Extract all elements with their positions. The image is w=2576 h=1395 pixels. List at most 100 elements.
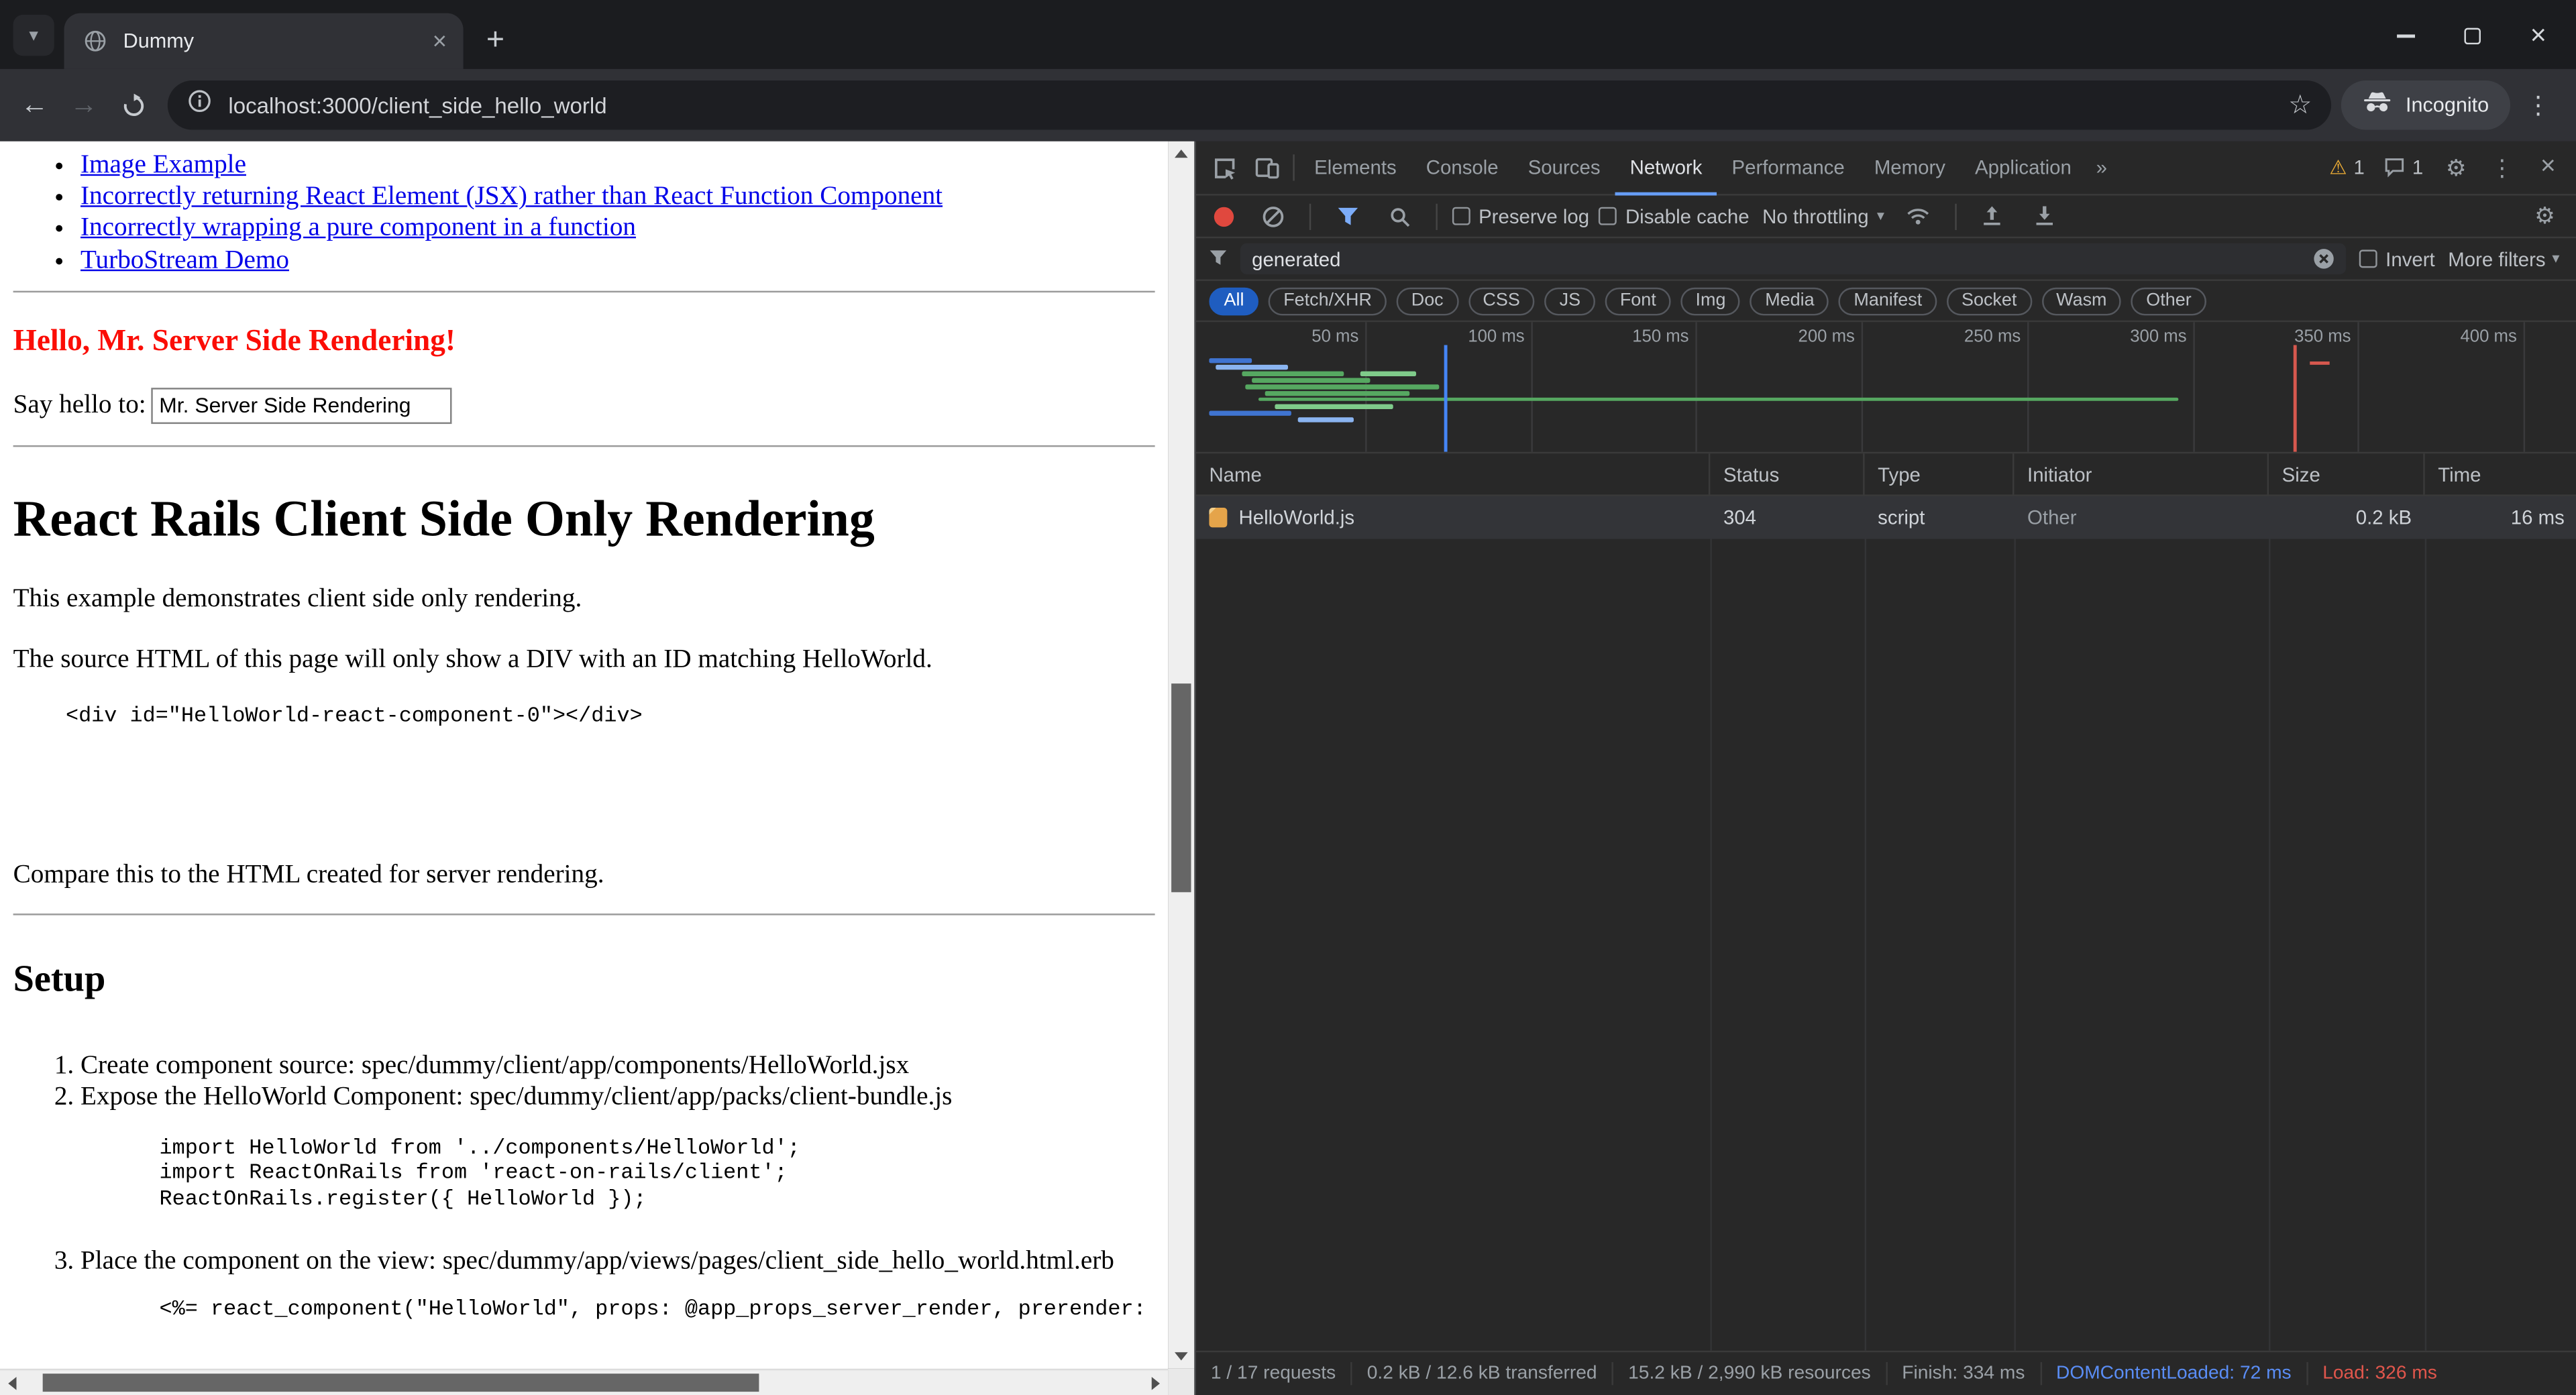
chip-manifest[interactable]: Manifest: [1839, 287, 1937, 315]
overview-gridline: [1695, 322, 1697, 452]
requests-table-body: HelloWorld.js 304 script Other 0.2 kB 16…: [1196, 496, 2576, 1351]
throttling-dropdown[interactable]: No throttling▾: [1759, 205, 1888, 227]
name-input[interactable]: [151, 388, 451, 424]
devtools-menu-icon[interactable]: ⋮: [2481, 146, 2524, 189]
tab-application[interactable]: Application: [1960, 140, 2086, 194]
chip-font[interactable]: Font: [1605, 287, 1671, 315]
reload-button[interactable]: [109, 80, 158, 129]
setup-step-text: Create component source: spec/dummy/clie…: [80, 1052, 909, 1080]
browser-menu-icon[interactable]: ⋮: [2517, 84, 2560, 127]
network-overview[interactable]: 50 ms 100 ms 150 ms 200 ms 250 ms 300 ms…: [1196, 322, 2576, 453]
close-window-button[interactable]: ×: [2530, 21, 2546, 50]
network-conditions-icon[interactable]: [1898, 194, 1941, 237]
timeline-label: 250 ms: [1939, 327, 2021, 347]
request-initiator: Other: [2014, 506, 2269, 529]
clear-filter-icon[interactable]: [2313, 248, 2334, 270]
chip-wasm[interactable]: Wasm: [2041, 287, 2121, 315]
chip-fetch-xhr[interactable]: Fetch/XHR: [1269, 287, 1387, 315]
more-filters-dropdown[interactable]: More filters▾: [2448, 247, 2563, 270]
network-settings-gear-icon[interactable]: ⚙: [2524, 194, 2567, 237]
code-block: <%= react_component("HelloWorld", props:…: [160, 1297, 1155, 1323]
horizontal-scrollbar-thumb[interactable]: [43, 1374, 759, 1392]
tab-performance[interactable]: Performance: [1717, 140, 1859, 194]
device-toolbar-icon[interactable]: [1245, 146, 1288, 189]
link-turbostream-demo[interactable]: TurboStream Demo: [80, 246, 289, 274]
vertical-scrollbar-thumb[interactable]: [1171, 683, 1191, 892]
preserve-log-checkbox[interactable]: Preserve log: [1452, 205, 1589, 227]
vertical-scrollbar[interactable]: [1168, 142, 1194, 1369]
disable-cache-checkbox[interactable]: Disable cache: [1599, 205, 1750, 227]
site-info-icon[interactable]: [187, 89, 212, 121]
chip-img[interactable]: Img: [1680, 287, 1740, 315]
issue-count: 1: [2412, 156, 2423, 179]
more-tabs-icon[interactable]: »: [2086, 156, 2117, 179]
issues-badge[interactable]: 1: [2376, 156, 2432, 179]
scroll-down-button[interactable]: [1168, 1344, 1194, 1369]
list-item: Incorrectly returning React Element (JSX…: [80, 181, 1155, 213]
settings-gear-icon[interactable]: ⚙: [2434, 146, 2477, 189]
say-hello-row: Say hello to:: [13, 388, 1155, 424]
invert-checkbox[interactable]: Invert: [2359, 247, 2435, 270]
chip-other[interactable]: Other: [2131, 287, 2206, 315]
tab-sources[interactable]: Sources: [1513, 140, 1615, 194]
divider: [1955, 203, 1956, 229]
scroll-up-button[interactable]: [1168, 142, 1194, 166]
tab-elements[interactable]: Elements: [1299, 140, 1411, 194]
devtools-close-icon[interactable]: ×: [2527, 146, 2570, 189]
tab-console[interactable]: Console: [1411, 140, 1513, 194]
link-image-example[interactable]: Image Example: [80, 151, 246, 179]
column-header-type[interactable]: Type: [1865, 453, 2015, 494]
paragraph: The source HTML of this page will only s…: [13, 647, 1155, 676]
network-filter-input[interactable]: generated: [1240, 243, 2346, 275]
chip-css[interactable]: CSS: [1468, 287, 1534, 315]
chip-all[interactable]: All: [1209, 287, 1258, 315]
column-header-time[interactable]: Time: [2425, 453, 2576, 494]
divider: [13, 290, 1155, 292]
setup-heading: Setup: [13, 958, 1155, 1001]
restore-button[interactable]: [2465, 27, 2481, 43]
chip-media[interactable]: Media: [1750, 287, 1829, 315]
tab-search-button[interactable]: ▾: [13, 15, 54, 56]
record-network-log-button[interactable]: [1214, 206, 1234, 225]
inspect-element-icon[interactable]: [1203, 146, 1246, 189]
import-har-icon[interactable]: [1972, 194, 2015, 237]
incognito-badge: Incognito: [2341, 80, 2510, 129]
chip-socket[interactable]: Socket: [1947, 287, 2031, 315]
filter-text: generated: [1252, 247, 2300, 270]
scroll-left-button[interactable]: [0, 1370, 25, 1395]
link-react-element-jsx[interactable]: Incorrectly returning React Element (JSX…: [80, 182, 943, 211]
minimize-button[interactable]: [2397, 34, 2415, 37]
chip-doc[interactable]: Doc: [1397, 287, 1458, 315]
warnings-badge[interactable]: ⚠1: [2321, 156, 2373, 179]
filter-icon[interactable]: [1326, 194, 1368, 237]
column-header-status[interactable]: Status: [1710, 453, 1864, 494]
tab-close-icon[interactable]: ×: [429, 29, 450, 54]
content-area: Image Example Incorrectly returning Reac…: [0, 142, 2576, 1395]
column-header-initiator[interactable]: Initiator: [2014, 453, 2269, 494]
column-header-name[interactable]: Name: [1196, 453, 1711, 494]
column-header-size[interactable]: Size: [2269, 453, 2425, 494]
tab-network[interactable]: Network: [1615, 140, 1717, 194]
tab-memory[interactable]: Memory: [1860, 140, 1960, 194]
bookmark-star-icon[interactable]: ☆: [2288, 89, 2312, 121]
back-button[interactable]: ←: [10, 80, 59, 129]
clear-network-log-icon[interactable]: [1252, 194, 1295, 237]
network-request-row[interactable]: HelloWorld.js 304 script Other 0.2 kB 16…: [1196, 496, 2576, 539]
forward-button[interactable]: →: [59, 80, 108, 129]
new-tab-button[interactable]: +: [486, 25, 504, 56]
search-icon[interactable]: [1379, 194, 1421, 237]
network-filter-row: generated Invert More filters▾: [1196, 238, 2576, 281]
browser-tab[interactable]: Dummy ×: [64, 13, 464, 69]
chip-js[interactable]: JS: [1545, 287, 1596, 315]
page-title: React Rails Client Side Only Rendering: [13, 490, 1155, 548]
horizontal-scrollbar[interactable]: [0, 1369, 1168, 1395]
link-list: Image Example Incorrectly returning Reac…: [13, 150, 1155, 276]
finish-time: Finish: 334 ms: [1887, 1362, 2041, 1385]
waterfall-bar: [1216, 365, 1288, 370]
address-bar[interactable]: localhost:3000/client_side_hello_world ☆: [168, 80, 2332, 129]
scroll-right-button[interactable]: [1143, 1370, 1168, 1395]
link-pure-component[interactable]: Incorrectly wrapping a pure component in…: [80, 214, 636, 242]
timeline-label: 100 ms: [1442, 327, 1524, 347]
export-har-icon[interactable]: [2024, 194, 2067, 237]
column-divider: [2014, 496, 2015, 1351]
